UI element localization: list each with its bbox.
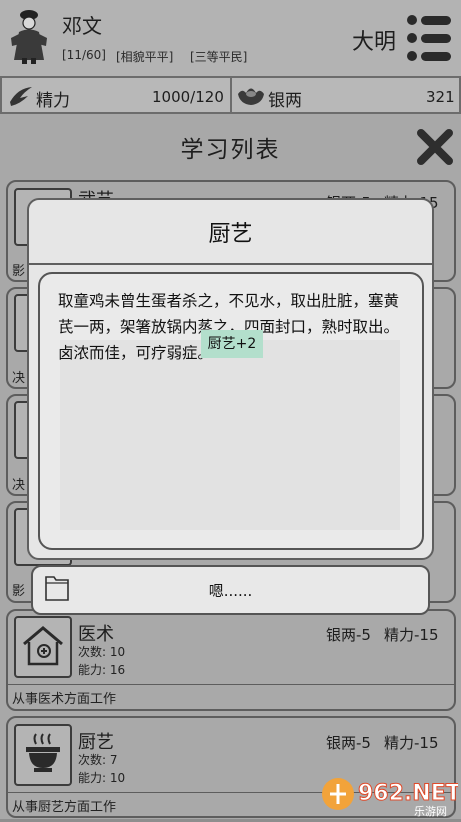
menu-icon[interactable] [407, 14, 451, 62]
energy-value: 1000/120 [152, 88, 224, 106]
player-appearance: [相貌平平] [116, 50, 174, 64]
medicine-icon-frame [14, 616, 72, 678]
medicine-house-icon [23, 626, 63, 666]
player-rank: [三等平民] [190, 50, 248, 64]
skill-gain-toast: 厨艺+2 [201, 330, 263, 358]
medicine-count: 次数: 10 [78, 645, 126, 659]
site-watermark: 962.NET 乐游网 [318, 770, 461, 818]
watermark-sub: 乐游网 [414, 805, 447, 818]
list-item-desc: 决 [12, 371, 26, 386]
dialog-body-inner [60, 340, 400, 530]
list-item-desc: 影 [12, 264, 26, 279]
cooking-count: 次数: 7 [78, 753, 118, 767]
silver-value: 321 [426, 88, 455, 106]
cooking-icon-frame [14, 724, 72, 786]
confirm-button-label[interactable]: 嗯...... [31, 580, 430, 601]
watermark-brand: 962.NET [358, 781, 458, 806]
cooking-ability: 能力: 10 [78, 771, 126, 785]
energy-icon [10, 87, 32, 106]
medicine-cost-silver: 银两-5 [326, 626, 371, 644]
silver-label: 银两 [268, 91, 302, 111]
dialog-title: 厨艺 [208, 222, 253, 247]
medicine-cost-energy: 精力-15 [384, 626, 439, 644]
cooking-desc: 从事厨艺方面工作 [12, 800, 117, 815]
cooking-cost-energy: 精力-15 [384, 734, 439, 752]
list-item-desc: 决 [12, 478, 26, 493]
player-avatar[interactable] [6, 8, 52, 66]
player-name: 邓文 [62, 14, 102, 38]
medicine-desc: 从事医术方面工作 [12, 692, 117, 707]
study-list-title: 学习列表 [180, 137, 281, 163]
medicine-ability: 能力: 16 [78, 663, 126, 677]
cooking-cost-silver: 银两-5 [326, 734, 371, 752]
card-divider [6, 684, 456, 685]
close-icon[interactable] [416, 128, 454, 166]
player-age: [11/60] [62, 48, 106, 62]
list-item-desc: 影 [12, 584, 26, 599]
silver-ingot-icon [238, 88, 264, 105]
dialog-divider [27, 263, 434, 265]
cooking-pot-icon [26, 733, 60, 772]
energy-label: 精力 [36, 91, 70, 111]
dynasty-label: 大明 [352, 30, 397, 55]
